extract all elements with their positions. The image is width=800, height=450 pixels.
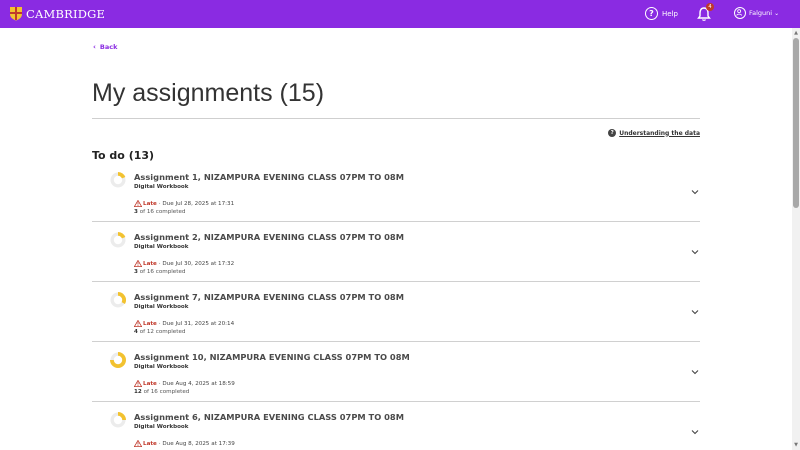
due-date: · Due Aug 8, 2025 at 17:39 [158,440,235,447]
scroll-down-arrow-icon[interactable]: ▼ [793,442,799,448]
logo-text: CAMBRIDGE [26,6,106,21]
completed-count: 3 [134,209,138,215]
assignment-row[interactable]: Assignment 6, NIZAMPURA EVENING CLASS 07… [92,402,700,450]
warning-icon [134,440,142,447]
assignment-title[interactable]: Assignment 6, NIZAMPURA EVENING CLASS 07… [134,412,404,422]
user-name: Falguni [749,9,773,17]
help-label: Help [662,9,678,18]
completion-text: 12 of 16 completed [134,389,189,395]
assignment-row[interactable]: Assignment 1, NIZAMPURA EVENING CLASS 07… [92,162,700,222]
cambridge-logo[interactable]: CAMBRIDGE [9,6,105,21]
shield-logo-icon [10,7,22,21]
back-label: Back [99,43,118,51]
assignment-type: Digital Workbook [134,304,189,310]
chevron-left-icon: ‹ [93,43,96,51]
assignment-type: Digital Workbook [134,364,189,370]
due-line: Late · Due Jul 28, 2025 at 17:31 [134,200,234,207]
due-line: Late · Due Aug 4, 2025 at 18:59 [134,380,235,387]
due-line: Late · Due Aug 8, 2025 at 17:39 [134,440,235,447]
chevron-down-icon[interactable] [690,368,700,376]
warning-icon [134,200,142,207]
user-menu[interactable]: Falguni ⌄ [734,7,779,19]
assignment-list: Assignment 1, NIZAMPURA EVENING CLASS 07… [92,162,700,450]
chevron-down-icon[interactable] [690,248,700,256]
assignment-title[interactable]: Assignment 1, NIZAMPURA EVENING CLASS 07… [134,172,404,182]
understanding-data-link[interactable]: ? Understanding the data [608,129,700,137]
completion-text: 3 of 16 completed [134,269,185,275]
scroll-up-arrow-icon[interactable]: ▲ [793,30,799,36]
due-date: · Due Aug 4, 2025 at 18:59 [158,380,235,387]
completed-count: 12 [134,389,142,395]
warning-icon [134,380,142,387]
help-icon: ? [645,7,658,20]
assignment-type: Digital Workbook [134,244,189,250]
progress-pie-icon [110,232,126,248]
late-status: Late [143,440,157,447]
completion-total: of 16 completed [143,389,190,395]
assignment-row[interactable]: Assignment 2, NIZAMPURA EVENING CLASS 07… [92,222,700,282]
assignment-title[interactable]: Assignment 2, NIZAMPURA EVENING CLASS 07… [134,232,404,242]
late-status: Late [143,380,157,387]
completed-count: 3 [134,269,138,275]
due-date: · Due Jul 30, 2025 at 17:32 [158,260,235,267]
assignment-row[interactable]: Assignment 10, NIZAMPURA EVENING CLASS 0… [92,342,700,402]
progress-pie-icon [110,412,126,428]
warning-icon [134,260,142,267]
understanding-label: Understanding the data [619,129,700,137]
chevron-down-icon[interactable] [690,188,700,196]
title-divider [92,118,700,119]
late-status: Late [143,260,157,267]
progress-pie-icon [110,352,126,368]
completion-total: of 12 completed [139,329,186,335]
completion-text: 4 of 12 completed [134,329,185,335]
warning-icon [134,320,142,327]
completed-count: 4 [134,329,138,335]
scroll-thumb[interactable] [793,38,799,208]
chevron-down-icon: ⌄ [774,9,780,17]
due-line: Late · Due Jul 30, 2025 at 17:32 [134,260,234,267]
assignment-row[interactable]: Assignment 7, NIZAMPURA EVENING CLASS 07… [92,282,700,342]
assignment-title[interactable]: Assignment 10, NIZAMPURA EVENING CLASS 0… [134,352,410,362]
user-avatar-icon [734,7,746,19]
completion-total: of 16 completed [139,209,186,215]
page-title: My assignments (15) [92,79,325,107]
help-button[interactable]: ? Help [645,7,678,20]
due-date: · Due Jul 31, 2025 at 20:14 [158,320,235,327]
todo-heading: To do (13) [92,149,155,162]
completion-text: 3 of 16 completed [134,209,185,215]
due-date: · Due Jul 28, 2025 at 17:31 [158,200,235,207]
assignment-title[interactable]: Assignment 7, NIZAMPURA EVENING CLASS 07… [134,292,404,302]
chevron-down-icon[interactable] [690,428,700,436]
assignment-type: Digital Workbook [134,184,189,190]
late-status: Late [143,320,157,327]
progress-pie-icon [110,292,126,308]
top-navigation-bar: CAMBRIDGE ? Help 4 Falguni ⌄ [0,0,800,28]
completion-total: of 16 completed [139,269,186,275]
due-line: Late · Due Jul 31, 2025 at 20:14 [134,320,234,327]
back-link[interactable]: ‹ Back [93,43,117,51]
notification-badge: 4 [706,3,714,11]
question-icon: ? [608,129,617,137]
late-status: Late [143,200,157,207]
progress-pie-icon [110,172,126,188]
chevron-down-icon[interactable] [690,308,700,316]
assignment-type: Digital Workbook [134,424,189,430]
page-scrollbar[interactable]: ▲ ▼ [792,28,800,450]
